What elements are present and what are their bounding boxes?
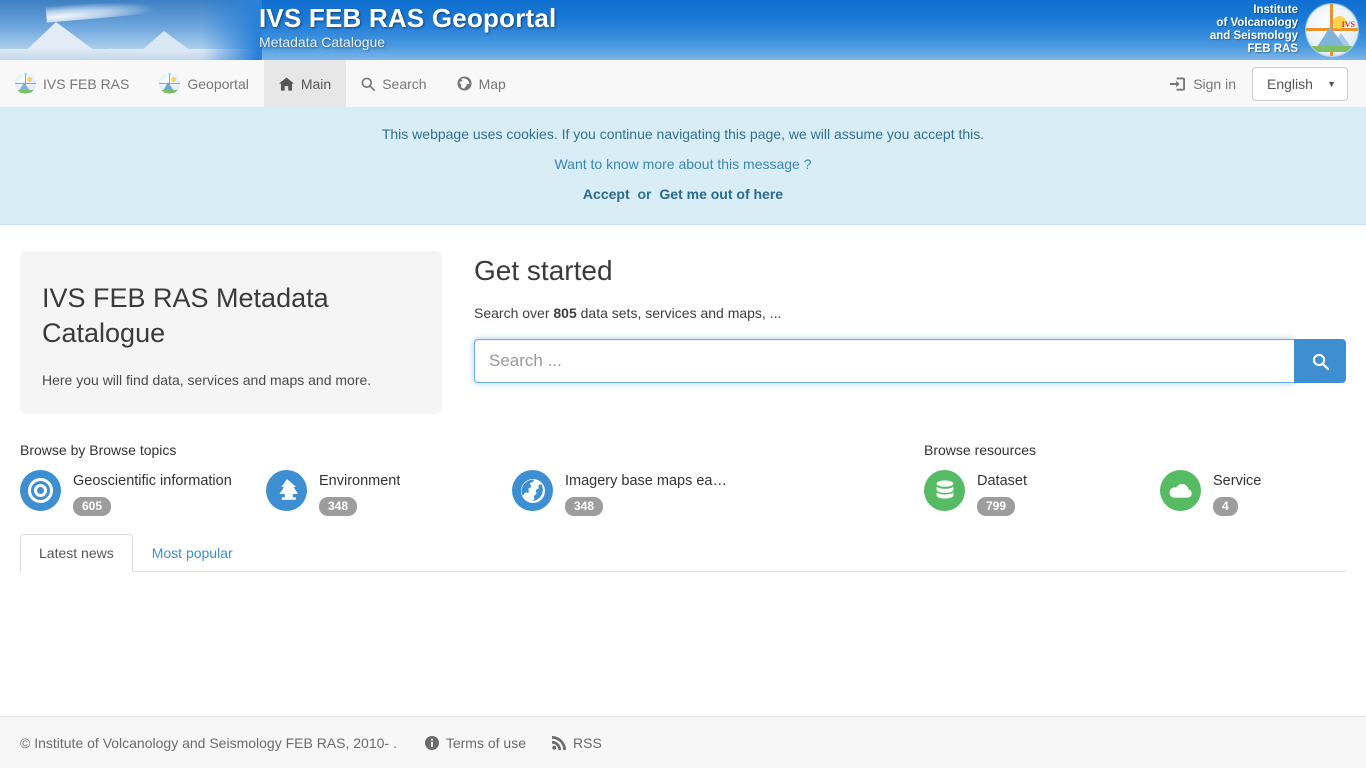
main-navbar: IVS FEB RAS Geoportal Main Search Map Si…: [0, 60, 1366, 108]
footer-rss-label: RSS: [573, 734, 602, 751]
nav-item-geoportal[interactable]: Geoportal: [144, 60, 263, 107]
geoportal-logo-icon: [159, 73, 181, 94]
banner-titles: IVS FEB RAS Geoportal Metadata Catalogue: [259, 4, 556, 50]
cookie-decline-button[interactable]: Get me out of here: [659, 186, 783, 202]
search-icon: [1312, 353, 1329, 370]
info-icon: [424, 735, 439, 750]
topic-geoscientific-information[interactable]: Geoscientific information 605: [20, 470, 236, 516]
rss-icon: [552, 735, 566, 750]
browse-resources-list: Dataset 799 Service 4: [924, 470, 1366, 516]
resource-count-badge: 799: [977, 496, 1016, 516]
nav-item-label: Main: [300, 75, 332, 92]
nav-item-map[interactable]: Map: [442, 60, 521, 107]
topic-label: Geoscientific information: [73, 473, 232, 490]
site-title: IVS FEB RAS Geoportal: [259, 3, 557, 33]
main-content: IVS FEB RAS Metadata Catalogue Here you …: [0, 225, 1366, 516]
nav-item-main[interactable]: Main: [263, 60, 347, 107]
topic-count-badge: 605: [73, 496, 112, 516]
navbar-left-items: IVS FEB RAS Geoportal Main Search Map: [0, 60, 521, 107]
resource-dataset[interactable]: Dataset 799: [924, 470, 1130, 516]
topic-label: Imagery base maps eart…: [565, 473, 728, 490]
get-started-panel: Get started Search over 805 data sets, s…: [474, 251, 1346, 414]
institute-logo-icon: IVS: [1306, 4, 1358, 56]
database-icon: [924, 470, 965, 512]
record-count-prefix: Search over: [474, 305, 550, 322]
institute-line-2: of Volcanology: [1216, 17, 1298, 29]
topic-count-badge: 348: [319, 496, 358, 516]
footer-rss-link[interactable]: RSS: [552, 735, 602, 751]
institute-line-1: Institute: [1253, 4, 1298, 16]
resource-label: Dataset: [977, 473, 1027, 490]
topic-imagery-base-maps-earth-cover[interactable]: Imagery base maps eart… 348: [512, 470, 728, 516]
record-count-value: 805: [553, 305, 577, 322]
page-description: Here you will find data, services and ma…: [42, 372, 372, 389]
nav-item-label: Geoportal: [187, 75, 249, 92]
cloud-icon: [1160, 470, 1201, 512]
language-select[interactable]: English: [1252, 66, 1348, 101]
topic-label: Environment: [319, 473, 401, 490]
browse-resources-section: Browse resources Dataset 799 Service 4: [920, 442, 1366, 516]
topic-environment[interactable]: Environment 348: [266, 470, 482, 516]
institute-name: Institute of Volcanology and Seismology …: [1210, 4, 1298, 56]
tree-icon: [266, 470, 307, 512]
search-icon: [361, 77, 376, 91]
navbar-right-items: Sign in English ▼: [1164, 60, 1366, 107]
get-started-heading: Get started: [474, 255, 613, 287]
institute-logo-mark: IVS: [1341, 20, 1355, 29]
volcano-photo: [0, 0, 262, 60]
nav-item-ivs-feb-ras[interactable]: IVS FEB RAS: [0, 60, 144, 107]
browse-topics-section: Browse by Browse topics Geoscientific in…: [20, 442, 920, 516]
news-tabs: Latest news Most popular: [20, 533, 1346, 572]
nav-item-label: IVS FEB RAS: [43, 75, 130, 92]
globe-icon: [457, 76, 472, 91]
search-input[interactable]: [474, 339, 1294, 384]
globe-icon: [512, 470, 553, 512]
news-tabs-wrapper: Latest news Most popular: [0, 516, 1366, 712]
browse-resources-heading: Browse resources: [924, 442, 1037, 459]
resource-count-badge: 4: [1213, 496, 1238, 516]
browse-row: Browse by Browse topics Geoscientific in…: [20, 414, 1346, 516]
intro-row: IVS FEB RAS Metadata Catalogue Here you …: [20, 225, 1346, 415]
tab-content-panel: [20, 572, 1346, 712]
page-root: IVS FEB RAS Geoportal Metadata Catalogue…: [0, 0, 1366, 768]
sign-in-button[interactable]: Sign in: [1164, 76, 1242, 92]
nav-item-search[interactable]: Search: [346, 60, 441, 107]
catalogue-intro-card: IVS FEB RAS Metadata Catalogue Here you …: [20, 251, 442, 415]
browse-topics-list: Geoscientific information 605 Environmen…: [20, 470, 920, 516]
search-submit-button[interactable]: [1294, 339, 1346, 384]
topic-count-badge: 348: [565, 496, 604, 516]
cookie-accept-button[interactable]: Accept: [583, 186, 630, 202]
nav-item-label: Search: [382, 75, 427, 92]
resource-service[interactable]: Service 4: [1160, 470, 1366, 516]
cookie-actions: Accept or Get me out of here: [20, 184, 1346, 206]
site-subtitle: Metadata Catalogue: [259, 33, 386, 50]
cookie-or-separator: or: [637, 186, 652, 203]
cookie-consent-banner: This webpage uses cookies. If you contin…: [0, 108, 1366, 226]
browse-topics-heading: Browse by Browse topics: [20, 442, 177, 459]
record-count-suffix: data sets, services and maps, ...: [580, 305, 782, 322]
site-banner: IVS FEB RAS Geoportal Metadata Catalogue…: [0, 0, 1366, 60]
search-form: [474, 339, 1346, 384]
language-select-wrapper: English ▼: [1252, 66, 1348, 101]
institute-branding: Institute of Volcanology and Seismology …: [1210, 4, 1358, 56]
sign-in-icon: [1170, 76, 1186, 91]
page-title: IVS FEB RAS Metadata Catalogue: [42, 283, 329, 348]
nav-item-label: Map: [478, 75, 506, 92]
tab-latest-news[interactable]: Latest news: [20, 533, 133, 572]
bullseye-icon: [20, 470, 61, 512]
sign-in-label: Sign in: [1193, 75, 1236, 92]
record-count-text: Search over 805 data sets, services and …: [474, 305, 1346, 321]
home-icon: [278, 76, 294, 91]
site-footer: © Institute of Volcanology and Seismolog…: [0, 716, 1366, 768]
tab-most-popular[interactable]: Most popular: [133, 534, 252, 572]
cookie-message: This webpage uses cookies. If you contin…: [381, 126, 985, 142]
cookie-more-info-link[interactable]: Want to know more about this message ?: [20, 154, 1346, 176]
institute-line-4: FEB RAS: [1247, 43, 1298, 55]
ivs-logo-icon: [15, 73, 36, 94]
footer-terms-label: Terms of use: [445, 734, 526, 751]
footer-copyright: © Institute of Volcanology and Seismolog…: [20, 734, 397, 751]
footer-terms-of-use-link[interactable]: Terms of use: [424, 734, 526, 751]
resource-label: Service: [1213, 473, 1262, 490]
institute-line-3: and Seismology: [1209, 30, 1298, 42]
